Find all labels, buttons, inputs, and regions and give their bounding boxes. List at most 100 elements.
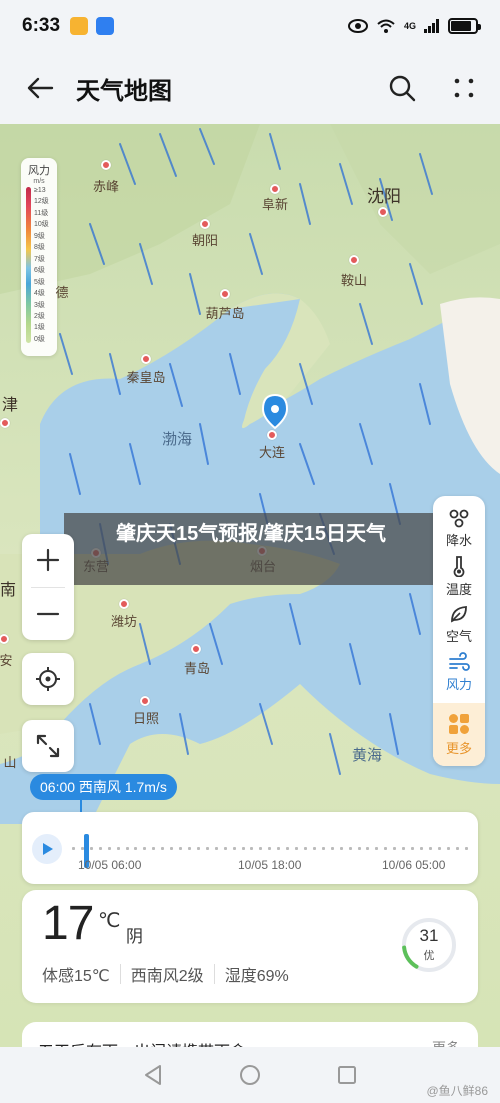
- city-label-an: 安: [0, 653, 13, 668]
- zoom-out-button[interactable]: [22, 587, 74, 640]
- city-label-fuxin: 阜新: [261, 197, 289, 212]
- weibo-icon: [70, 17, 89, 35]
- wifi-icon: [377, 19, 395, 33]
- nav-home-icon[interactable]: [239, 1064, 261, 1086]
- timeline-tick: [170, 847, 174, 850]
- notification-icons: [70, 17, 115, 35]
- timeline-label: 10/05 06:00: [78, 858, 142, 872]
- layer-label: 更多: [445, 740, 472, 756]
- legend-tick: 9级: [34, 232, 45, 240]
- nav-back-icon[interactable]: [143, 1064, 163, 1086]
- timeline-tick: [321, 847, 325, 850]
- timeline-tick: [98, 847, 102, 850]
- city-marker: [140, 696, 150, 706]
- timeline-tick: [125, 847, 129, 850]
- timeline-tick: [419, 847, 423, 850]
- timeline-tick: [107, 847, 111, 850]
- city-marker: [101, 160, 111, 170]
- watermark: @鱼八鲜86: [426, 1084, 488, 1098]
- timeline-tick: [375, 847, 379, 850]
- city-label-shan: 山: [3, 755, 17, 770]
- layer-more[interactable]: 更多: [433, 702, 485, 767]
- timeline-tick: [187, 847, 191, 850]
- legend-tick: 1级: [34, 324, 45, 332]
- timeline-tick: [232, 847, 236, 850]
- timeline-tick: [455, 847, 459, 850]
- zoom-controls: [22, 534, 74, 640]
- layer-wind[interactable]: 风力: [433, 648, 485, 696]
- timeline-tick: [72, 847, 75, 850]
- rain-icon: [449, 509, 469, 527]
- locate-button[interactable]: [22, 653, 74, 705]
- fullscreen-button[interactable]: [22, 720, 74, 772]
- weather-condition: 阴: [126, 927, 143, 946]
- legend-tick: 4级: [34, 290, 45, 298]
- layer-temperature[interactable]: 温度: [433, 552, 485, 600]
- legend-tick: ≥13: [34, 187, 46, 194]
- page-title: 天气地图: [76, 77, 172, 105]
- zoom-in-button[interactable]: [22, 534, 74, 587]
- sea-label-bohai: 渤海: [161, 431, 193, 448]
- city-label-shenyang: 沈阳: [367, 187, 401, 206]
- back-arrow-icon: [27, 77, 54, 99]
- layer-rain[interactable]: 降水: [433, 504, 485, 552]
- wind-info: 西南风2级: [130, 968, 204, 985]
- layer-label: 空气: [445, 628, 472, 644]
- eye-icon: [347, 19, 368, 33]
- timeline-tick: [268, 847, 272, 850]
- more-options-button[interactable]: [452, 76, 476, 100]
- timeline-tick: [312, 847, 316, 850]
- status-bar: 6:33 4G: [0, 0, 500, 52]
- timeline-tick: [179, 847, 183, 850]
- city-marker: [220, 289, 230, 299]
- more-dots-icon: [454, 78, 474, 98]
- time-slider[interactable]: 10/05 06:00 10/05 18:00 10/06 05:00: [22, 812, 478, 884]
- layer-panel: 降水 温度 空气 风力 更多: [433, 496, 485, 767]
- play-button[interactable]: [32, 834, 62, 864]
- search-button[interactable]: [388, 74, 416, 102]
- timeline-tick: [295, 847, 299, 850]
- aqi-value: 31: [419, 926, 439, 945]
- legend-tick: 6级: [34, 267, 45, 275]
- app-notification-icon: [96, 17, 115, 35]
- network-type: 4G: [403, 21, 416, 31]
- city-label-jin: 津: [1, 397, 19, 414]
- city-marker: [0, 418, 10, 428]
- status-time: 6:33: [22, 15, 61, 36]
- legend-tick: 7级: [34, 255, 45, 263]
- city-label-chifeng: 赤峰: [92, 179, 120, 194]
- layer-air[interactable]: 空气: [433, 600, 485, 648]
- city-label-chaoyang: 朝阳: [191, 233, 219, 248]
- timeline-tick: [259, 847, 263, 850]
- legend-tick: 5级: [34, 278, 45, 286]
- plus-icon: [36, 549, 60, 572]
- temperature-unit: ℃: [98, 910, 121, 932]
- timeline-tick: [134, 847, 138, 850]
- grid-icon: [449, 713, 469, 734]
- legend-title: 风力: [28, 165, 50, 177]
- city-marker: [267, 430, 277, 440]
- timeline-tick: [437, 847, 441, 850]
- humidity-info: 湿度69%: [224, 968, 289, 985]
- city-label-qingdao: 青岛: [183, 661, 211, 676]
- timeline-tick: [214, 847, 218, 850]
- layer-label: 风力: [445, 676, 472, 692]
- timeline-tick: [357, 847, 361, 850]
- timeline-label: 10/06 05:00: [382, 858, 446, 872]
- legend-tick: 12级: [34, 198, 49, 206]
- city-label-huludao: 葫芦岛: [205, 306, 245, 321]
- nav-recents-icon[interactable]: [337, 1065, 357, 1085]
- timeline-tick: [205, 847, 209, 850]
- aqi-label: 优: [423, 950, 435, 962]
- timeline-tick: [152, 847, 156, 850]
- aqi-gauge[interactable]: 31 优: [400, 916, 458, 974]
- timeline-tick: [402, 847, 406, 850]
- current-weather-card[interactable]: 17 ℃ 阴 体感15℃ 西南风2级 湿度69% 31 优: [22, 890, 478, 1003]
- timeline-tick: [250, 847, 254, 850]
- layer-label: 温度: [445, 581, 472, 597]
- wind-legend: 风力 m/s ≥13 12级 11级 10级 9级 8级 7级 6级 5级 4级…: [21, 158, 57, 356]
- back-button[interactable]: [26, 76, 54, 100]
- timeline-tick: [330, 847, 334, 850]
- status-right: 4G: [347, 18, 481, 34]
- city-label-weifang: 潍坊: [110, 614, 138, 629]
